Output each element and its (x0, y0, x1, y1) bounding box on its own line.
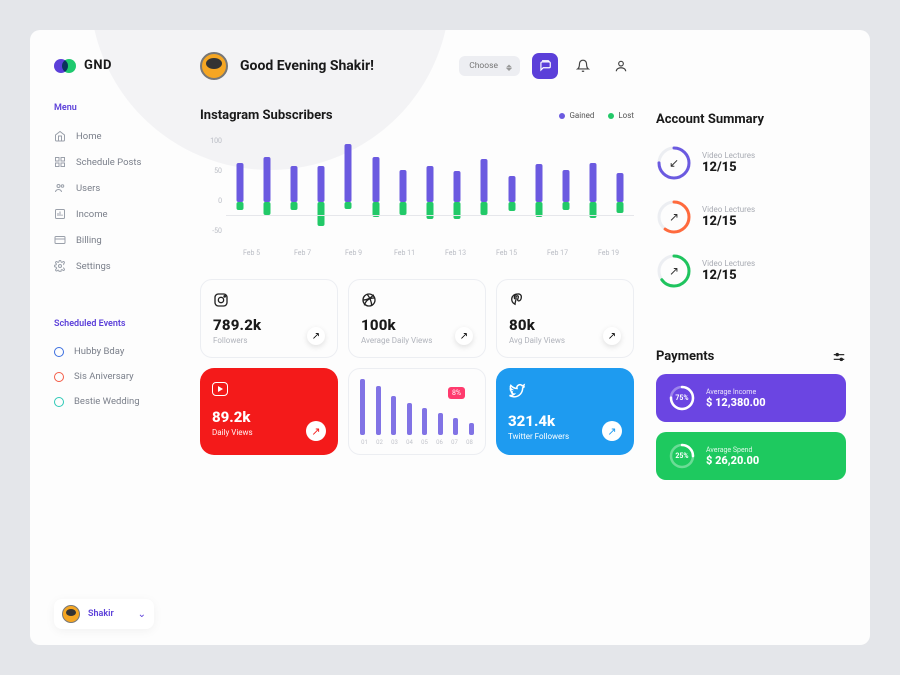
event-color-icon (54, 347, 64, 357)
home-icon (54, 130, 66, 142)
arrow-up-right-icon[interactable]: ↗ (603, 327, 621, 345)
change-badge: 8% (448, 387, 465, 399)
chevron-down-icon: ⌄ (138, 609, 146, 620)
payments-title: Payments (656, 349, 714, 364)
summary-value: 12/15 (702, 214, 755, 229)
summary-label: Video Lectures (702, 205, 755, 214)
account-button[interactable] (608, 53, 634, 79)
chart-title: Instagram Subscribers (200, 108, 559, 123)
stat-dribbble[interactable]: 100k Average Daily Views ↗ (348, 279, 486, 358)
scheduled-section-label: Scheduled Events (54, 319, 180, 329)
chart-bars (226, 137, 634, 235)
choose-select[interactable]: Choose (459, 56, 520, 76)
sidebar-item-settings[interactable]: Settings (54, 253, 180, 279)
progress-ring-icon: ↙ (656, 145, 692, 181)
gear-icon (54, 260, 66, 272)
payment-card[interactable]: 25% Average Spend$ 26,20.00 (656, 432, 846, 480)
twitter-card[interactable]: 321.4k Twitter Followers ↗ (496, 368, 634, 455)
logo-icon (54, 59, 76, 73)
notifications-button[interactable] (570, 53, 596, 79)
payment-value: $ 12,380.00 (706, 396, 766, 409)
summary-item[interactable]: ↗ Video Lectures12/15 (656, 253, 846, 289)
scheduled-label: Bestie Wedding (74, 396, 140, 407)
avatar-icon (200, 52, 228, 80)
scheduled-item[interactable]: Sis Aniversary (54, 364, 180, 389)
chart-icon (54, 208, 66, 220)
twitter-icon (508, 382, 526, 400)
payment-card[interactable]: 75% Average Income$ 12,380.00 (656, 374, 846, 422)
sidebar-item-label: Income (76, 209, 108, 220)
mini-chart: 8% 0102030405060708 (348, 368, 486, 455)
scheduled-item[interactable]: Bestie Wedding (54, 389, 180, 414)
x-axis: Feb 5Feb 7Feb 9Feb 11Feb 13Feb 15Feb 17F… (226, 249, 634, 257)
scheduled-label: Hubby Bday (74, 346, 124, 357)
nav-menu: Home Schedule Posts Users Income Billing… (54, 123, 180, 279)
subscribers-chart: Instagram Subscribers Gained Lost 100500… (200, 108, 634, 257)
profile-name: Shakir (88, 609, 130, 619)
youtube-icon (212, 382, 228, 396)
scheduled-label: Sis Aniversary (74, 371, 134, 382)
profile-switcher[interactable]: Shakir ⌄ (54, 599, 154, 629)
brand[interactable]: GND (54, 58, 180, 73)
bell-icon (576, 59, 590, 73)
sliders-icon[interactable] (832, 350, 846, 364)
chart-legend: Gained Lost (559, 111, 634, 120)
sidebar-item-home[interactable]: Home (54, 123, 180, 149)
summary-item[interactable]: ↗ Video Lectures12/15 (656, 199, 846, 235)
pinterest-icon (509, 292, 525, 308)
scheduled-list: Hubby Bday Sis Aniversary Bestie Wedding (54, 339, 180, 414)
sidebar-item-billing[interactable]: Billing (54, 227, 180, 253)
instagram-icon (213, 292, 229, 308)
sidebar-item-label: Settings (76, 261, 111, 272)
arrow-up-right-icon[interactable]: ↗ (307, 327, 325, 345)
progress-ring-icon: ↗ (656, 253, 692, 289)
greeting-text: Good Evening Shakir! (240, 58, 447, 74)
sidebar-item-users[interactable]: Users (54, 175, 180, 201)
youtube-card[interactable]: 89.2k Daily Views ↗ (200, 368, 338, 455)
progress-ring-icon: ↗ (656, 199, 692, 235)
chat-icon (538, 59, 552, 73)
pct-ring-icon: 25% (668, 442, 696, 470)
payment-value: $ 26,20.00 (706, 454, 759, 467)
event-color-icon (54, 397, 64, 407)
sidebar-item-schedule[interactable]: Schedule Posts (54, 149, 180, 175)
card-icon (54, 234, 66, 246)
brand-name: GND (84, 58, 112, 73)
mini-x-axis: 0102030405060708 (357, 439, 477, 446)
arrow-up-right-icon[interactable]: ↗ (306, 421, 326, 441)
payment-label: Average Spend (706, 446, 759, 454)
users-icon (54, 182, 66, 194)
summary-value: 12/15 (702, 160, 755, 175)
stat-pinterest[interactable]: 80k Avg Daily Views ↗ (496, 279, 634, 358)
summary-item[interactable]: ↙ Video Lectures12/15 (656, 145, 846, 181)
payment-label: Average Income (706, 388, 766, 396)
summary-value: 12/15 (702, 268, 755, 283)
sidebar-item-label: Users (76, 183, 100, 194)
summary-title: Account Summary (656, 112, 846, 127)
grid-icon (54, 156, 66, 168)
messages-button[interactable] (532, 53, 558, 79)
sidebar-item-label: Schedule Posts (76, 157, 141, 168)
arrow-up-right-icon[interactable]: ↗ (602, 421, 622, 441)
menu-section-label: Menu (54, 103, 180, 113)
dribbble-icon (361, 292, 377, 308)
sidebar-item-label: Home (76, 131, 102, 142)
summary-label: Video Lectures (702, 259, 755, 268)
sidebar-item-income[interactable]: Income (54, 201, 180, 227)
pct-ring-icon: 75% (668, 384, 696, 412)
scheduled-item[interactable]: Hubby Bday (54, 339, 180, 364)
y-axis: 100500-50 (200, 137, 222, 235)
arrow-up-right-icon[interactable]: ↗ (455, 327, 473, 345)
stat-instagram[interactable]: 789.2k Followers ↗ (200, 279, 338, 358)
summary-label: Video Lectures (702, 151, 755, 160)
event-color-icon (54, 372, 64, 382)
user-icon (614, 59, 628, 73)
avatar-icon (62, 605, 80, 623)
sidebar-item-label: Billing (76, 235, 102, 246)
